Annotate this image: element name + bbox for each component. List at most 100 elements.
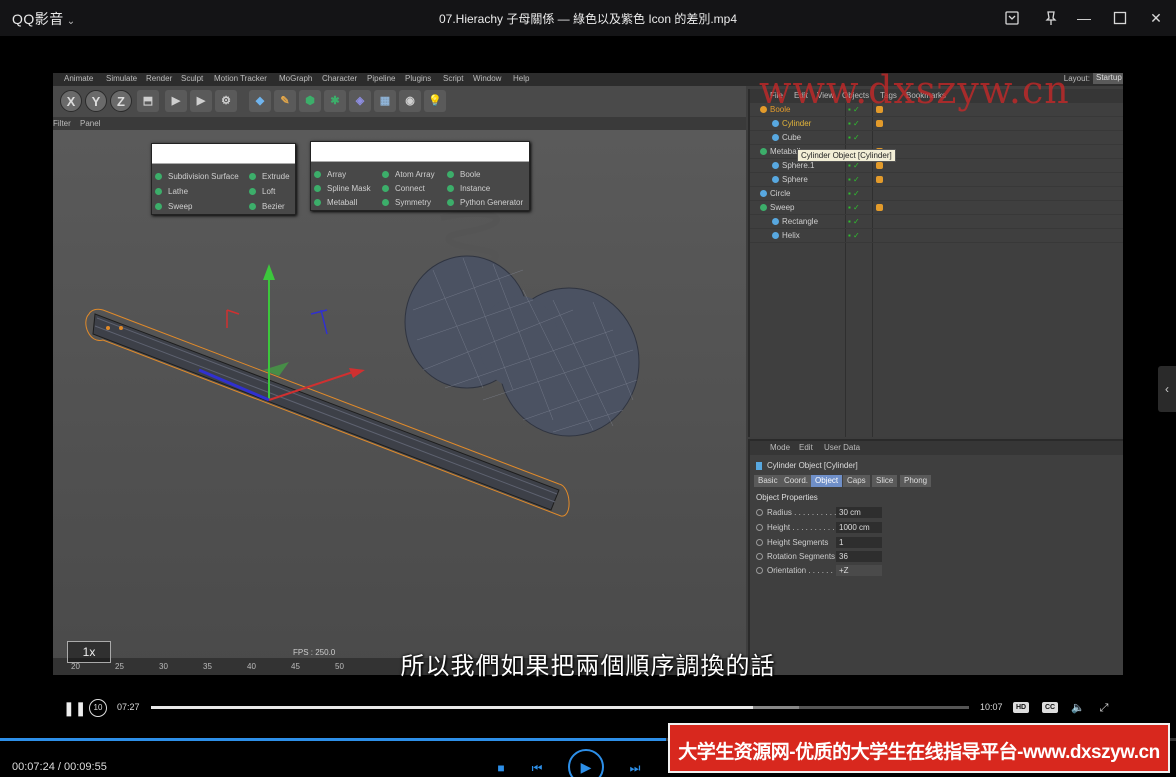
property-label: Height . . . . . . . . . . <box>767 523 835 532</box>
cube-icon: ◆ <box>249 90 271 112</box>
layout-value: Startup <box>1093 73 1123 84</box>
y-axis-lock-button: Y <box>85 90 107 112</box>
screenshot-icon[interactable] <box>1000 6 1024 30</box>
object-row[interactable]: Sphere ▪ ✓ <box>750 173 1123 187</box>
attribute-manager-menu: Mode Edit User Data <box>750 441 1123 455</box>
attr-menu-item: Edit <box>799 443 813 452</box>
volume-icon[interactable]: 🔈 <box>1070 700 1086 716</box>
viewport-menu: Filter Panel <box>53 117 746 130</box>
visibility-check-icon[interactable]: ▪ ✓ <box>848 119 860 128</box>
object-row[interactable]: Circle ▪ ✓ <box>750 187 1123 201</box>
stop-icon[interactable]: ■ <box>492 759 510 777</box>
visibility-check-icon[interactable]: ▪ ✓ <box>848 175 860 184</box>
minimize-icon[interactable]: — <box>1072 6 1096 30</box>
c4d-menu-item: Help <box>513 74 530 83</box>
object-name: Sweep <box>770 203 795 212</box>
object-row[interactable]: Helix ▪ ✓ <box>750 229 1123 243</box>
previous-icon[interactable]: ⏮ <box>528 759 546 777</box>
next-icon[interactable]: ⏭ <box>626 759 644 777</box>
property-value: 1000 cm <box>836 522 882 533</box>
object-name: Cube <box>782 133 802 142</box>
visibility-check-icon[interactable]: ▪ ✓ <box>848 203 860 212</box>
seek-bar[interactable] <box>151 706 969 709</box>
fullscreen-icon[interactable]: ⤢ <box>1096 700 1112 716</box>
visibility-check-icon[interactable]: ▪ ✓ <box>848 189 860 198</box>
popup-item-connect[interactable]: Connect <box>379 182 425 195</box>
popup-item-python-generator[interactable]: Python Generator <box>444 196 523 209</box>
title-bar: QQ影音 ⌄ 07.Hierachy 子母關係 — 綠色以及紫色 Icon 的差別… <box>0 0 1176 36</box>
popup-item-loft[interactable]: Loft <box>246 185 275 198</box>
attr-tab-caps: Caps <box>843 475 870 487</box>
object-name: Metaball <box>770 147 801 156</box>
property-value: +Z <box>836 565 882 576</box>
object-row[interactable]: Cube ▪ ✓ <box>750 131 1123 145</box>
ad-banner[interactable]: 大学生资源网-优质的大学生在线指导平台-www.dxszyw.cn <box>668 723 1170 773</box>
popup-item-instance[interactable]: Instance <box>444 182 490 195</box>
deformer-icon: ◈ <box>349 90 371 112</box>
keyframe-bullet <box>756 509 763 516</box>
popup-item-symmetry[interactable]: Symmetry <box>379 196 431 209</box>
property-value: 1 <box>836 537 882 548</box>
popup-item-bezier[interactable]: Bezier <box>246 200 285 213</box>
attr-menu-item: User Data <box>824 443 861 452</box>
seek-played <box>151 706 754 709</box>
pin-icon[interactable] <box>1039 6 1063 30</box>
object-manager: File Edit View Objects Tags Bookmarks Bo… <box>748 89 1123 437</box>
property-label: Height Segments <box>767 538 829 547</box>
object-type-icon <box>772 134 779 141</box>
object-name: Sphere.1 <box>782 161 815 170</box>
popup-item-subdivision-surface[interactable]: Subdivision Surface <box>152 170 239 183</box>
c4d-menu-item: Sculpt <box>181 74 204 83</box>
playlist-toggle-chevron-left-icon[interactable]: ‹ <box>1158 366 1176 412</box>
coordinate-system-icon: ⬒ <box>137 90 159 112</box>
render-settings-icon: ⚙ <box>215 90 237 112</box>
object-row[interactable]: Rectangle ▪ ✓ <box>750 215 1123 229</box>
attr-tab-phong: Phong <box>900 475 932 487</box>
c4d-menu-item: Render <box>146 74 173 83</box>
popup-item-lathe[interactable]: Lathe <box>152 185 188 198</box>
visibility-check-icon[interactable]: ▪ ✓ <box>848 133 860 142</box>
object-type-icon <box>772 218 779 225</box>
camera-icon: ◉ <box>399 90 421 112</box>
subtitle: 所以我們如果把兩個順序調換的話 <box>400 653 776 680</box>
object-row[interactable]: Cylinder ▪ ✓ <box>750 117 1123 131</box>
attribute-object-title: Cylinder Object [Cylinder] <box>756 461 858 470</box>
visibility-check-icon[interactable]: ▪ ✓ <box>848 161 860 170</box>
hd-button[interactable]: HD <box>1013 702 1030 713</box>
object-name: Rectangle <box>782 217 819 226</box>
pause-icon[interactable]: ❚❚ <box>63 699 86 717</box>
modeling-popup: Array Atom Array Boole Spline Mask Conne… <box>310 141 530 211</box>
object-type-icon <box>772 120 779 127</box>
popup-item-sweep[interactable]: Sweep <box>152 200 192 213</box>
popup-item-extrude[interactable]: Extrude <box>246 170 290 183</box>
object-type-icon <box>772 162 779 169</box>
keyframe-bullet <box>756 539 763 546</box>
rewind-10s-icon[interactable]: 10 <box>89 699 107 717</box>
playback-controls: ❚❚ 10 07:27 10:07 HD CC 🔈 ⤢ <box>0 696 1176 720</box>
floor-icon: ▦ <box>374 90 396 112</box>
popup-header <box>152 144 295 164</box>
visibility-check-icon[interactable]: ▪ ✓ <box>848 231 860 240</box>
video-frame[interactable]: Animate Simulate Render Sculpt Motion Tr… <box>53 73 1123 675</box>
close-icon[interactable]: ✕ <box>1144 6 1168 30</box>
object-type-icon <box>760 148 767 155</box>
object-type-icon <box>772 176 779 183</box>
keyframe-bullet <box>756 524 763 531</box>
object-tooltip: Cylinder Object [Cylinder] <box>797 149 896 162</box>
popup-item-metaball[interactable]: Metaball <box>311 196 357 209</box>
object-row[interactable]: Sweep ▪ ✓ <box>750 201 1123 215</box>
cc-button[interactable]: CC <box>1042 702 1059 713</box>
popup-item-spline-mask[interactable]: Spline Mask <box>311 182 371 195</box>
popup-item-array[interactable]: Array <box>311 168 346 181</box>
mograph-icon: ✱ <box>324 90 346 112</box>
popup-item-atom-array[interactable]: Atom Array <box>379 168 435 181</box>
render-picture-icon: ▶ <box>190 90 212 112</box>
play-icon[interactable]: ▶ <box>568 749 604 777</box>
visibility-check-icon[interactable]: ▪ ✓ <box>848 217 860 226</box>
maximize-icon[interactable] <box>1108 6 1132 30</box>
subdivision-icon: ⬢ <box>299 90 321 112</box>
x-axis-lock-button: X <box>60 90 82 112</box>
popup-item-boole[interactable]: Boole <box>444 168 480 181</box>
tag-icon <box>876 204 883 211</box>
c4d-menu-item: Script <box>443 74 464 83</box>
